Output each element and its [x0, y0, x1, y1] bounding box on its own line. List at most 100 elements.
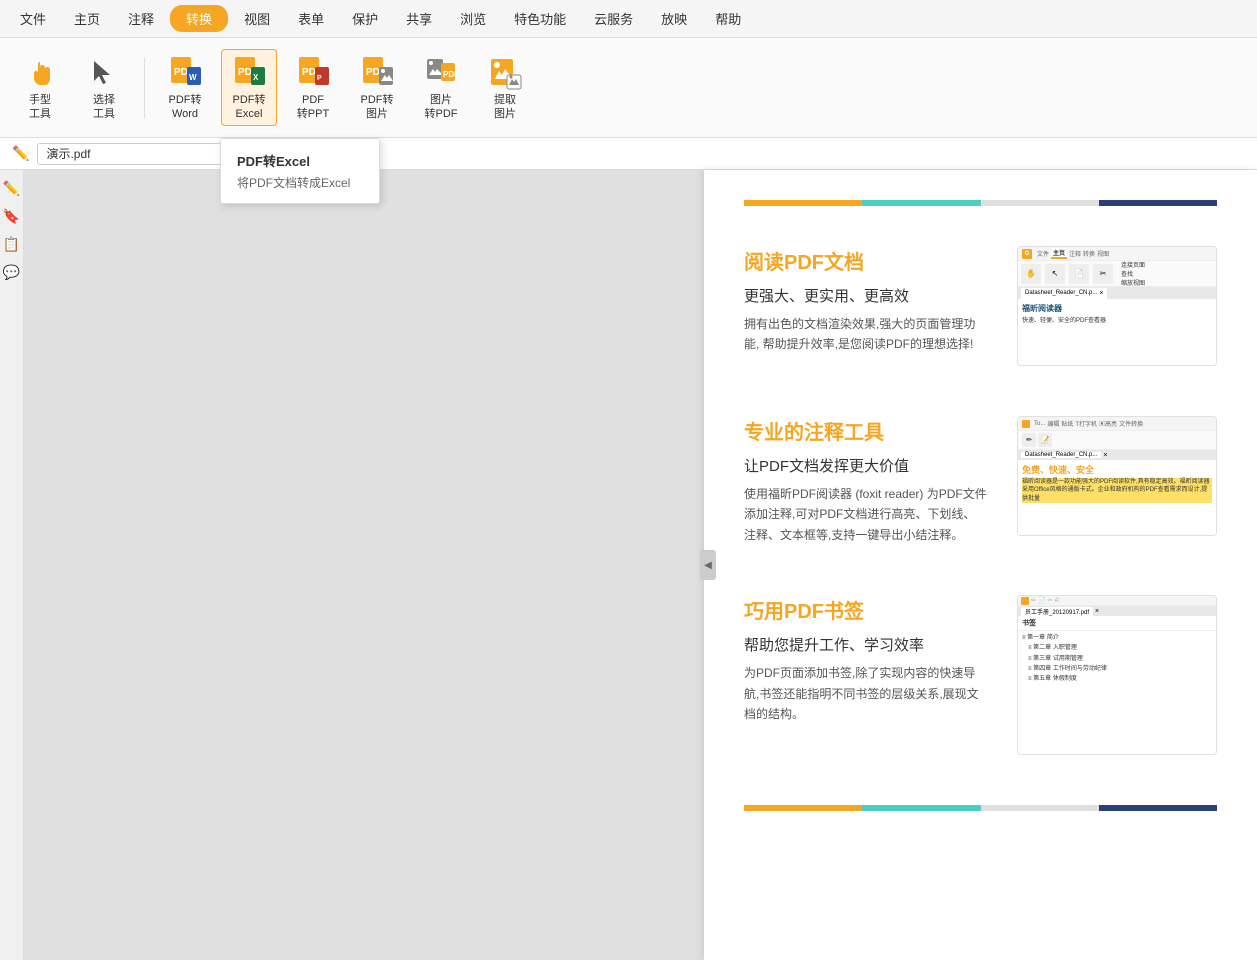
pdf-ppt-label: PDF转PPT: [297, 94, 329, 120]
section-annotate-subtitle: 让PDF文档发挥更大价值: [744, 455, 987, 476]
mini-app-annotate: To... 编辑 贴纸 T打字机 ▣高亮 文件转换 ✏ 📝 Datas: [1018, 417, 1216, 535]
pdf-word-icon: PDF → W: [166, 54, 204, 92]
menu-annotate[interactable]: 注释: [116, 5, 166, 32]
mini-hand-btn: ✋: [1021, 264, 1041, 284]
color-bar-top: [744, 200, 1217, 206]
section-bookmark-img: ✏ 📄 ✂ A' 员工手册_20120917.pdf × 书签 ≡: [1017, 595, 1217, 755]
hand-tool-label: 手型工具: [29, 94, 51, 120]
image-pdf-label: 图片转PDF: [425, 94, 458, 120]
color-seg-b-teal: [862, 805, 980, 811]
chevron-left-icon: ◀: [704, 560, 712, 571]
menu-home[interactable]: 主页: [62, 5, 112, 32]
left-sidebar: ✏️ 🔖 📋 💬: [0, 170, 24, 960]
toolbar: 手型工具 选择工具 PDF → W PDF转Word PDF →: [0, 38, 1257, 138]
extract-image-button[interactable]: 提取图片: [477, 50, 533, 124]
menu-help[interactable]: 帮助: [703, 5, 753, 32]
menu-form[interactable]: 表单: [286, 5, 336, 32]
pdf-to-excel-button[interactable]: PDF → X PDF转Excel: [221, 49, 277, 125]
pdf-word-label: PDF转Word: [169, 94, 202, 120]
dropdown-title: PDF转Excel: [221, 145, 379, 172]
menu-view[interactable]: 视图: [232, 5, 282, 32]
image-to-pdf-button[interactable]: → PDF 图片转PDF: [413, 50, 469, 124]
section-bookmark-title: 巧用PDF书签: [744, 595, 987, 624]
mini-cut-btn: ✂: [1093, 264, 1113, 284]
pdf-excel-label: PDF转Excel: [233, 94, 266, 120]
cursor-icon: [85, 54, 123, 92]
section-bookmark: 巧用PDF书签 帮助您提升工作、学习效率 为PDF页面添加书签,除了实现内容的快…: [744, 595, 1217, 755]
section-bookmark-subtitle: 帮助您提升工作、学习效率: [744, 634, 987, 655]
pdf-ppt-icon: PDF → P: [294, 54, 332, 92]
menu-file[interactable]: 文件: [8, 5, 58, 32]
select-tool-button[interactable]: 选择工具: [76, 50, 132, 124]
color-seg-teal: [862, 200, 980, 206]
dropdown-tooltip: PDF转Excel 将PDF文档转成Excel: [220, 138, 380, 204]
toolbar-sep-1: [144, 58, 145, 118]
section-read-body: 拥有出色的文档渲染效果,强大的页面管理功能, 帮助提升效率,是您阅读PDF的理想…: [744, 314, 987, 355]
section-bookmark-body: 为PDF页面添加书签,除了实现内容的快速导航,书签还能指明不同书签的层级关系,展…: [744, 663, 987, 724]
pdf-to-image-button[interactable]: PDF → PDF转图片: [349, 50, 405, 124]
section-read-title: 阅读PDF文档: [744, 246, 987, 275]
svg-text:W: W: [189, 73, 197, 82]
section-bookmark-text: 巧用PDF书签 帮助您提升工作、学习效率 为PDF页面添加书签,除了实现内容的快…: [744, 595, 987, 755]
hand-tool-button[interactable]: 手型工具: [12, 50, 68, 124]
section-annotate-body: 使用福昕PDF阅读器 (foxit reader) 为PDF文件添加注释,可对P…: [744, 484, 987, 545]
mini-annotate-appbar: To... 编辑 贴纸 T打字机 ▣高亮 文件转换: [1018, 417, 1216, 431]
color-seg-b-light: [981, 805, 1099, 811]
section-annotate-title: 专业的注释工具: [744, 416, 987, 445]
pdf-image-icon: PDF →: [358, 54, 396, 92]
extract-image-label: 提取图片: [494, 94, 516, 120]
pdf-to-ppt-button[interactable]: PDF → P PDF转PPT: [285, 50, 341, 124]
pdf-image-label: PDF转图片: [361, 94, 394, 120]
blank-area: [24, 170, 704, 960]
section-read-img: G 文件 主页 注释 转换 视图 ✋ ↖ 📄 ✂: [1017, 246, 1217, 366]
menu-share[interactable]: 共享: [394, 5, 444, 32]
mini-select-btn: ↖: [1045, 264, 1065, 284]
sidebar-pages-icon[interactable]: 📋: [2, 234, 22, 254]
sidebar-comment-icon[interactable]: 💬: [2, 262, 22, 282]
svg-text:P: P: [317, 75, 322, 82]
select-tool-label: 选择工具: [93, 94, 115, 120]
document-panel: 阅读PDF文档 更强大、更实用、更高效 拥有出色的文档渲染效果,强大的页面管理功…: [704, 170, 1257, 960]
color-seg-b-orange: [744, 805, 862, 811]
section-read: 阅读PDF文档 更强大、更实用、更高效 拥有出色的文档渲染效果,强大的页面管理功…: [744, 246, 1217, 366]
section-read-subtitle: 更强大、更实用、更高效: [744, 285, 987, 306]
svg-text:X: X: [253, 73, 259, 82]
edit-icon: ✏️: [12, 145, 29, 162]
hand-icon: [21, 54, 59, 92]
image-pdf-icon: → PDF: [422, 54, 460, 92]
address-bar: ✏️: [0, 138, 1257, 170]
menu-feature[interactable]: 特色功能: [502, 5, 578, 32]
mini-read-toolbar: ✋ ↖ 📄 ✂ 连接页面查找缩放视图: [1018, 261, 1216, 287]
mini-edit-btn: 📄: [1069, 264, 1089, 284]
menu-playback[interactable]: 放映: [649, 5, 699, 32]
filename-input[interactable]: [37, 143, 237, 165]
color-seg-light: [981, 200, 1099, 206]
menu-convert[interactable]: 转换: [170, 5, 228, 32]
sidebar-edit-icon[interactable]: ✏️: [2, 178, 22, 198]
svg-text:PDF: PDF: [443, 70, 459, 79]
section-annotate: 专业的注释工具 让PDF文档发挥更大价值 使用福昕PDF阅读器 (foxit r…: [744, 416, 1217, 545]
mini-app-read: G 文件 主页 注释 转换 视图 ✋ ↖ 📄 ✂: [1018, 247, 1216, 365]
sidebar-bookmark-icon[interactable]: 🔖: [2, 206, 22, 226]
color-seg-dark-blue: [1099, 200, 1217, 206]
menu-protect[interactable]: 保护: [340, 5, 390, 32]
dropdown-desc: 将PDF文档转成Excel: [221, 172, 379, 197]
section-annotate-text: 专业的注释工具 让PDF文档发挥更大价值 使用福昕PDF阅读器 (foxit r…: [744, 416, 987, 545]
mini-file-tab: Datasheet_Reader_CN.p... ×: [1021, 288, 1107, 299]
extract-icon: [486, 54, 524, 92]
color-bar-bottom: [744, 805, 1217, 811]
mini-appbar: G 文件 主页 注释 转换 视图: [1018, 247, 1216, 261]
content-panel: ◀ 阅读PDF文档 更强大、更实用、更高效 拥有出色的文档渲染效果,强大的页面管…: [24, 170, 1257, 960]
main-area: ✏️ 🔖 📋 💬 ◀ 阅读PDF文档 更强大、更实: [0, 170, 1257, 960]
menu-browse[interactable]: 浏览: [448, 5, 498, 32]
panel-toggle-button[interactable]: ◀: [700, 550, 716, 580]
mini-app-bookmark: ✏ 📄 ✂ A' 员工手册_20120917.pdf × 书签 ≡: [1018, 596, 1216, 754]
mini-tab-bar: Datasheet_Reader_CN.p... ×: [1018, 287, 1216, 299]
pdf-excel-icon: PDF → X: [230, 54, 268, 92]
section-read-text: 阅读PDF文档 更强大、更实用、更高效 拥有出色的文档渲染效果,强大的页面管理功…: [744, 246, 987, 366]
pdf-to-word-button[interactable]: PDF → W PDF转Word: [157, 50, 213, 124]
color-seg-orange: [744, 200, 862, 206]
menu-bar: 文件 主页 注释 转换 视图 表单 保护 共享 浏览 特色功能 云服务 放映 帮…: [0, 0, 1257, 38]
menu-cloud[interactable]: 云服务: [582, 5, 645, 32]
color-seg-b-dark: [1099, 805, 1217, 811]
